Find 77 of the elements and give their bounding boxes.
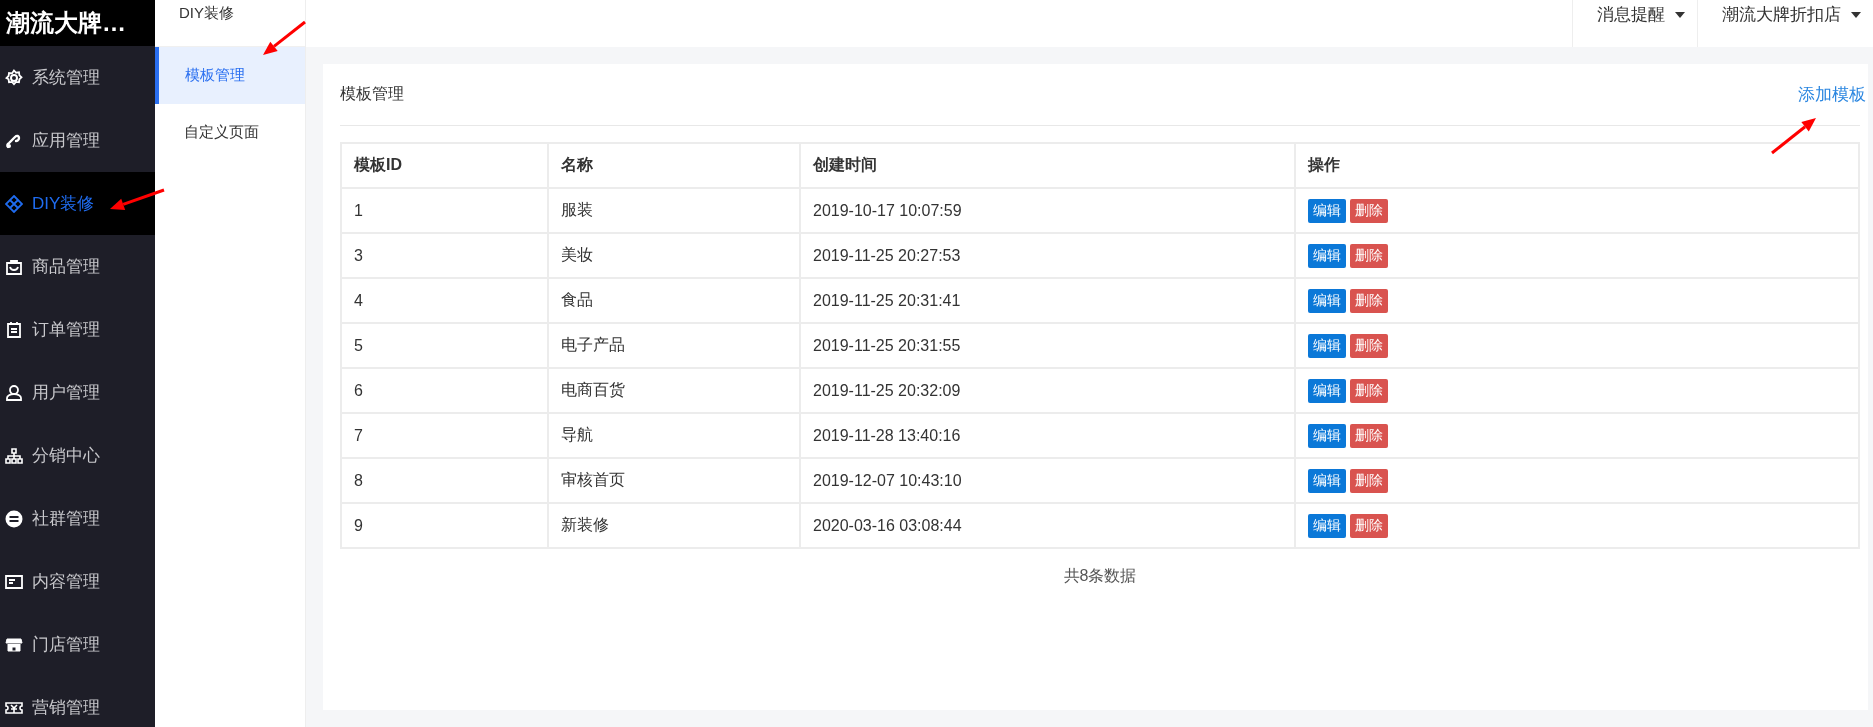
edit-button[interactable]: 编辑 [1308,378,1346,403]
dropdown-menu[interactable]: 潮流大牌折扣店 [1697,0,1873,47]
caret-icon [1851,11,1861,18]
table-cell: 2020-03-16 03:08:44 [800,503,1295,548]
storefront-icon [5,635,23,654]
submenu-item[interactable]: 模板管理 [155,47,305,104]
delete-button[interactable]: 删除 [1350,198,1388,223]
column-header: 模板ID [341,143,548,188]
table-cell: 新装修 [548,503,800,548]
delete-button[interactable]: 删除 [1350,423,1388,448]
delete-button[interactable]: 删除 [1350,243,1388,268]
column-header: 创建时间 [800,143,1295,188]
table-cell: 1 [341,188,548,233]
dropdown-menu[interactable]: 消息提醒 [1572,0,1697,47]
edit-button[interactable]: 编辑 [1308,513,1346,538]
card-icon [5,572,23,591]
clipboard-icon [5,320,23,339]
caret-icon [1675,11,1685,18]
edit-button[interactable]: 编辑 [1308,288,1346,313]
sidebar-item[interactable]: 订单管理 [0,298,155,361]
edit-button[interactable]: 编辑 [1308,423,1346,448]
sidebar-item[interactable]: 用户管理 [0,361,155,424]
card-title: 模板管理 [340,84,404,104]
table-cell: 2019-10-17 10:07:59 [800,188,1295,233]
table-cell: 2019-11-28 13:40:16 [800,413,1295,458]
annotation-arrow [110,188,165,210]
submenu-item[interactable]: 自定义页面 [155,104,305,161]
table-cell: 6 [341,368,548,413]
sidebar-item[interactable]: 商品管理 [0,235,155,298]
delete-button[interactable]: 删除 [1350,513,1388,538]
edit-button[interactable]: 编辑 [1308,198,1346,223]
delete-button[interactable]: 删除 [1350,288,1388,313]
sidebar-item[interactable]: 应用管理 [0,109,155,172]
edit-button[interactable]: 编辑 [1308,333,1346,358]
table-cell: 3 [341,233,548,278]
hierarchy-icon [5,446,23,465]
add-template-link[interactable]: 添加模板 [1798,83,1866,106]
delete-button[interactable]: 删除 [1350,333,1388,358]
brand-title: 潮流大牌… [0,0,155,46]
table-cell: 8 [341,458,548,503]
delete-button[interactable]: 删除 [1350,468,1388,493]
table-cell: 2019-11-25 20:31:55 [800,323,1295,368]
table-cell: 电子产品 [548,323,800,368]
table-cell: 5 [341,323,548,368]
table-cell: 2019-11-25 20:32:09 [800,368,1295,413]
annotation-arrow [263,20,306,55]
person-icon [5,383,23,402]
minus-circle-icon [5,509,23,528]
delete-button[interactable]: 删除 [1350,378,1388,403]
sidebar-item[interactable]: 社群管理 [0,487,155,550]
table-cell: 4 [341,278,548,323]
column-header: 名称 [548,143,800,188]
table-cell: 2019-12-07 10:43:10 [800,458,1295,503]
table-cell: 服装 [548,188,800,233]
table-cell: 2019-11-25 20:31:41 [800,278,1295,323]
table-cell: 导航 [548,413,800,458]
table-cell: 电商百货 [548,368,800,413]
table-cell: 7 [341,413,548,458]
table-cell: 食品 [548,278,800,323]
gear-icon [5,68,23,87]
sidebar-item[interactable]: DIY装修 [0,172,155,235]
bag-icon [5,257,23,276]
table-cell: 9 [341,503,548,548]
table-cell: 2019-11-25 20:27:53 [800,233,1295,278]
table-cell: 审核首页 [548,458,800,503]
annotation-arrow [1771,118,1816,155]
sidebar-item[interactable]: 内容管理 [0,550,155,613]
sidebar-item[interactable]: 分销中心 [0,424,155,487]
record-count: 共8条数据 [1062,566,1138,586]
column-header: 操作 [1295,143,1859,188]
diamond-grid-icon [5,194,23,213]
sidebar-item[interactable]: 营销管理 [0,676,155,727]
table-cell: 美妆 [548,233,800,278]
edit-button[interactable]: 编辑 [1308,468,1346,493]
sidebar-item[interactable]: 门店管理 [0,613,155,676]
edit-button[interactable]: 编辑 [1308,243,1346,268]
sidebar-item[interactable]: 系统管理 [0,46,155,109]
